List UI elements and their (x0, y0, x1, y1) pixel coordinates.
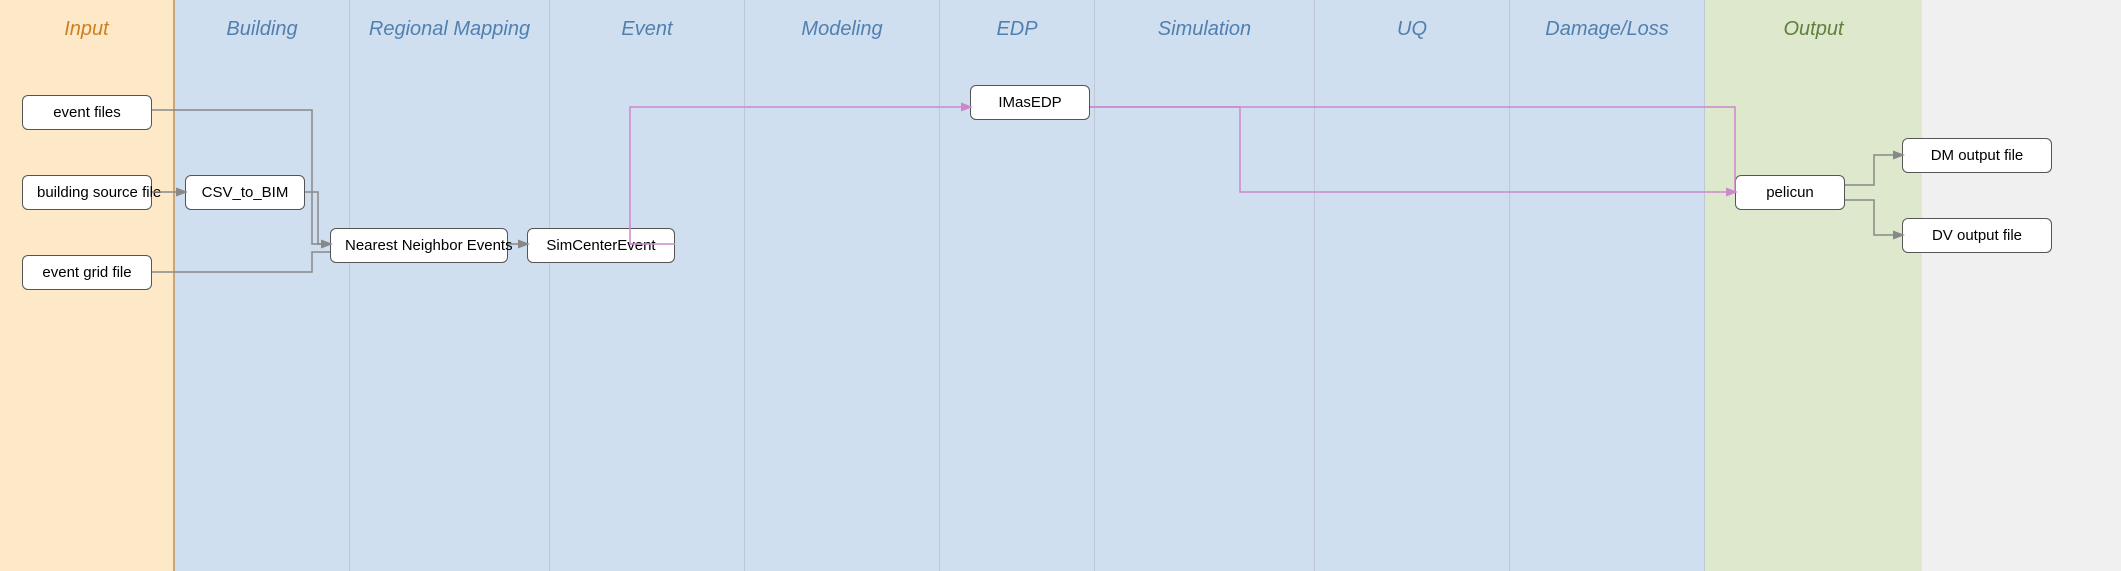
dv-output-node[interactable]: DV output file (1902, 218, 2052, 253)
column-output: Output (1705, 0, 1922, 571)
column-simulation: Simulation (1095, 0, 1315, 571)
column-edp-header: EDP (940, 0, 1094, 51)
column-uq: UQ (1315, 0, 1510, 571)
column-input-header: Input (0, 0, 173, 51)
column-regional-header: Regional Mapping (350, 0, 549, 51)
building-source-node[interactable]: building source file (22, 175, 152, 210)
imasedp-node[interactable]: IMasEDP (970, 85, 1090, 120)
workflow-container: Input Building Regional Mapping Event Mo… (0, 0, 2121, 571)
column-damageloss-header: Damage/Loss (1510, 0, 1704, 51)
column-event-header: Event (550, 0, 744, 51)
column-modeling: Modeling (745, 0, 940, 571)
simcenter-event-node[interactable]: SimCenterEvent (527, 228, 675, 263)
dm-output-node[interactable]: DM output file (1902, 138, 2052, 173)
nearest-neighbor-node[interactable]: Nearest Neighbor Events (330, 228, 508, 263)
event-grid-node[interactable]: event grid file (22, 255, 152, 290)
column-modeling-header: Modeling (745, 0, 939, 51)
event-files-node[interactable]: event files (22, 95, 152, 130)
column-output-header: Output (1705, 0, 1922, 51)
column-building-header: Building (175, 0, 349, 51)
column-event: Event (550, 0, 745, 571)
column-damageloss: Damage/Loss (1510, 0, 1705, 571)
csv-to-bim-node[interactable]: CSV_to_BIM (185, 175, 305, 210)
column-regional: Regional Mapping (350, 0, 550, 571)
column-simulation-header: Simulation (1095, 0, 1314, 51)
column-building: Building (175, 0, 350, 571)
column-uq-header: UQ (1315, 0, 1509, 51)
pelicun-node[interactable]: pelicun (1735, 175, 1845, 210)
